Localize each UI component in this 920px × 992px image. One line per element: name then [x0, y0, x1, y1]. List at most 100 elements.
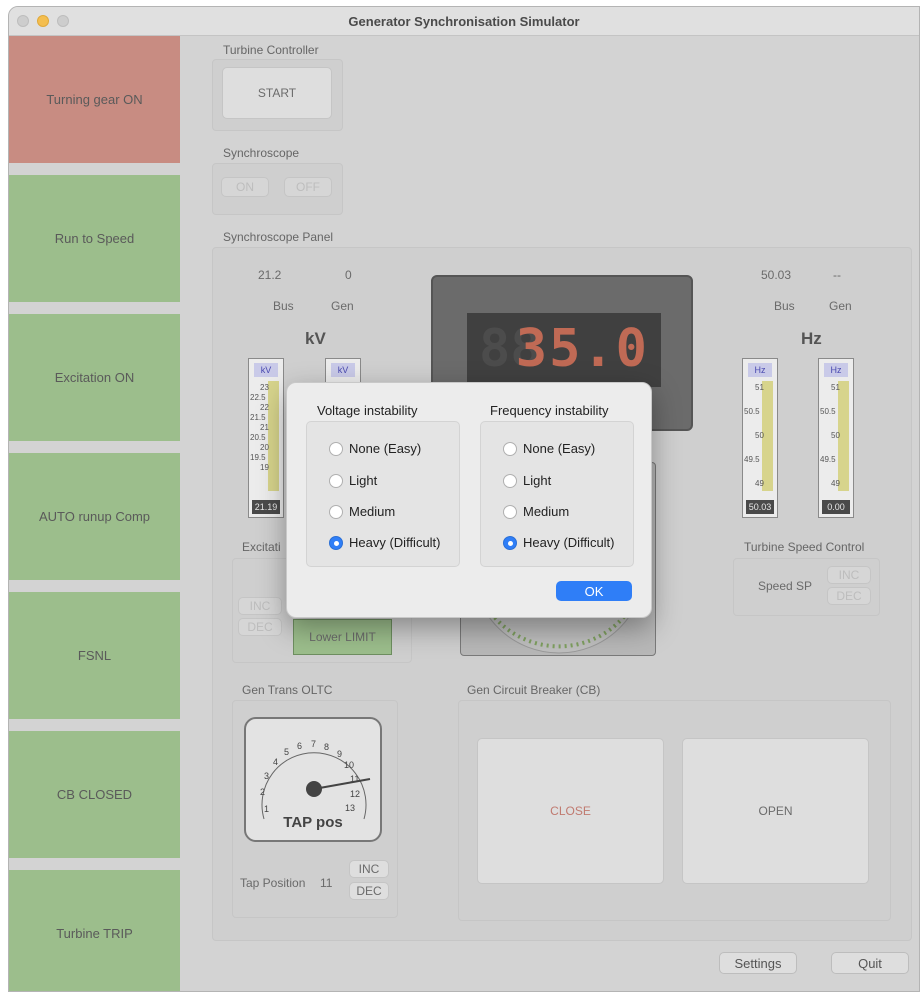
synchroscope-panel-label: Synchroscope Panel [223, 230, 334, 244]
frequency-option-light[interactable]: Light [503, 473, 551, 488]
frequency-option-none[interactable]: None (Easy) [503, 441, 595, 456]
title-bar: Generator Synchronisation Simulator [9, 7, 919, 36]
tap-position-label: Tap Position [240, 876, 306, 890]
turbine-controller-label: Turbine Controller [223, 43, 319, 57]
kv-gen-meter: kV [325, 358, 361, 384]
radio-label: Light [523, 473, 552, 488]
window-title: Generator Synchronisation Simulator [348, 14, 580, 29]
kv-bus-label: Bus [273, 299, 294, 313]
speed-inc-button[interactable]: INC [827, 566, 871, 584]
speed-dec-button[interactable]: DEC [827, 587, 871, 605]
hz-unit-label: Hz [801, 329, 822, 348]
dial-number: 3 [264, 771, 270, 781]
meter-tick: 49.5 [820, 455, 836, 464]
meter-tick: 51 [831, 383, 840, 392]
tap-inc-button[interactable]: INC [349, 860, 389, 878]
hz-bus-value: 50.03 [761, 268, 792, 282]
sidebar-item-cb-closed[interactable]: CB CLOSED [9, 731, 180, 858]
frequency-options-group: None (Easy) Light Medium Heavy (Difficul… [480, 421, 634, 567]
radio-icon [503, 504, 517, 519]
kv-bus-value: 21.2 [258, 268, 282, 282]
ok-button[interactable]: OK [556, 581, 632, 601]
start-button[interactable]: START [222, 67, 332, 119]
radio-icon [329, 441, 343, 456]
kv-unit-label: kV [305, 329, 326, 348]
settings-button[interactable]: Settings [719, 952, 797, 974]
dial-number: 12 [350, 789, 361, 799]
dial-number: 13 [345, 803, 356, 813]
voltage-options-group: None (Easy) Light Medium Heavy (Difficul… [306, 421, 460, 567]
dial-number: 8 [324, 742, 330, 752]
dial-number: 7 [311, 739, 317, 749]
meter-tick: 21 [260, 423, 269, 432]
frequency-instability-title: Frequency instability [490, 403, 609, 418]
radio-icon [329, 504, 343, 519]
synchroscope-on-button[interactable]: ON [221, 177, 269, 197]
radio-selected-icon [503, 535, 517, 550]
excitation-dec-button[interactable]: DEC [238, 618, 282, 636]
oltc-label: Gen Trans OLTC [242, 683, 333, 697]
meter-tick: 21.5 [250, 413, 266, 422]
sidebar-item-fsnl[interactable]: FSNL [9, 592, 180, 719]
meter-tick: 49 [755, 479, 764, 488]
meter-tick: 50 [755, 431, 764, 440]
tap-position-gauge: 1 2 3 4 5 6 7 8 9 10 11 12 13 TAP pos [244, 717, 382, 842]
excitation-label: Excitati [242, 540, 281, 554]
synchroscope-off-button[interactable]: OFF [284, 177, 332, 197]
quit-button[interactable]: Quit [831, 952, 909, 974]
dial-number: 1 [264, 804, 270, 814]
sidebar-item-label: CB CLOSED [56, 787, 133, 802]
sidebar-item-excitation[interactable]: Excitation ON [9, 314, 180, 441]
meter-tick: 22.5 [250, 393, 266, 402]
meter-unit-label: Hz [824, 363, 848, 377]
radio-label: Heavy (Difficult) [349, 535, 441, 550]
meter-tick: 20 [260, 443, 269, 452]
dial-number: 5 [284, 747, 290, 757]
voltage-instability-title: Voltage instability [317, 403, 418, 418]
hz-gen-meter: Hz 51 50.5 50 49.5 49 0.00 [818, 358, 854, 518]
lcd-screen: 88 35.0 [467, 313, 661, 387]
radio-icon [503, 473, 517, 488]
hz-bus-label: Bus [774, 299, 795, 313]
voltage-option-medium[interactable]: Medium [329, 504, 395, 519]
excitation-inc-button[interactable]: INC [238, 597, 282, 615]
radio-label: Heavy (Difficult) [523, 535, 615, 550]
sidebar-item-label: FSNL [77, 648, 112, 663]
cb-open-button[interactable]: OPEN [682, 738, 869, 884]
voltage-option-light[interactable]: Light [329, 473, 377, 488]
meter-tick: 49 [831, 479, 840, 488]
gauge-label: TAP pos [283, 814, 343, 831]
tap-position-value: 11 [320, 876, 333, 890]
meter-tick: 50 [831, 431, 840, 440]
breaker-label: Gen Circuit Breaker (CB) [467, 683, 601, 697]
sidebar-item-label: AUTO runup Comp [38, 509, 151, 524]
frequency-option-heavy[interactable]: Heavy (Difficult) [503, 535, 615, 550]
radio-label: Medium [349, 504, 396, 519]
meter-tick: 22 [260, 403, 269, 412]
voltage-option-none[interactable]: None (Easy) [329, 441, 421, 456]
hz-gen-value: -- [833, 268, 841, 282]
sidebar-item-label: Run to Speed [54, 231, 135, 246]
sidebar-item-label: Excitation ON [54, 370, 135, 385]
hz-gen-label: Gen [829, 299, 852, 313]
sidebar-item-run-to-speed[interactable]: Run to Speed [9, 175, 180, 302]
dial-number: 11 [350, 774, 360, 784]
radio-icon [329, 473, 343, 488]
radio-label: None (Easy) [349, 441, 422, 456]
tap-dec-button[interactable]: DEC [349, 882, 389, 900]
cb-close-button[interactable]: CLOSE [477, 738, 664, 884]
sidebar-item-turning-gear[interactable]: Turning gear ON [9, 36, 180, 163]
meter-tick: 23 [260, 383, 269, 392]
sidebar-item-turbine-trip[interactable]: Turbine TRIP [9, 870, 180, 991]
kv-gen-label: Gen [331, 299, 354, 313]
sidebar-item-auto-runup[interactable]: AUTO runup Comp [9, 453, 180, 580]
frequency-option-medium[interactable]: Medium [503, 504, 569, 519]
speed-sp-label: Speed SP [758, 579, 813, 593]
radio-label: Medium [523, 504, 570, 519]
meter-unit-label: kV [331, 363, 355, 377]
meter-unit-label: Hz [748, 363, 772, 377]
meter-unit-label: kV [254, 363, 278, 377]
dial-number: 6 [297, 741, 303, 751]
voltage-option-heavy[interactable]: Heavy (Difficult) [329, 535, 441, 550]
radio-icon [503, 441, 517, 456]
